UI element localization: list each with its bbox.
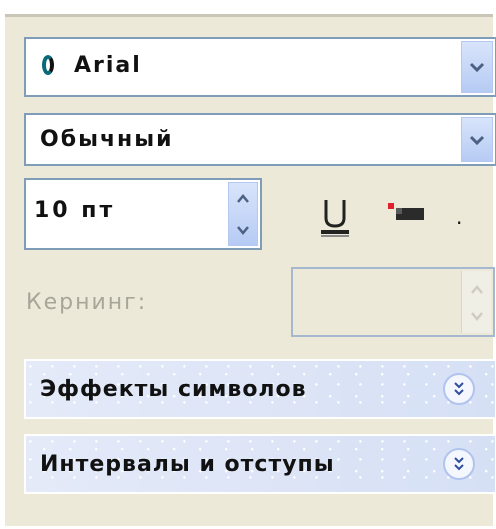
text-color-icon[interactable] [386,202,426,224]
font-family-label: Arial [74,53,142,78]
font-size-increase-button[interactable] [229,183,257,214]
chevron-down-icon [469,135,485,145]
font-style-label: Обычный [40,127,174,152]
character-effects-label: Эффекты символов [40,377,307,402]
character-effects-section-header[interactable]: Эффекты символов [24,359,496,419]
kerning-spin-buttons [461,271,491,333]
font-size-value: 10 пт [34,198,116,223]
underline-icon[interactable] [318,198,352,238]
font-size-spin-buttons [228,182,258,246]
spacing-section-header[interactable]: Интервалы и отступы [24,434,496,494]
more-options-icon[interactable]: . [456,207,466,227]
character-panel-window: .... Arial Обычный 10 пт . Кернинг: Эффе… [0,0,496,529]
triangle-down-icon [237,225,249,235]
double-chevron-icon [454,457,464,471]
font-size-decrease-button[interactable] [229,214,257,245]
spacing-label: Интервалы и отступы [40,452,335,477]
double-chevron-icon [454,382,464,396]
triangle-up-icon [471,285,483,294]
font-size-stepper[interactable]: 10 пт [24,178,262,250]
opentype-font-icon [40,53,60,79]
font-style-select[interactable]: Обычный [24,113,496,166]
font-family-value: Arial [40,53,142,79]
triangle-up-icon [237,193,249,203]
kerning-label: Кернинг: [26,290,148,315]
character-effects-expand-button[interactable] [443,373,475,405]
font-family-select[interactable]: Arial [24,37,496,97]
font-family-dropdown-button[interactable] [461,41,493,93]
kerning-field [291,267,495,337]
spacing-expand-button[interactable] [443,448,475,480]
font-style-dropdown-button[interactable] [461,117,493,162]
triangle-down-icon [471,312,483,321]
chevron-down-icon [469,62,485,73]
